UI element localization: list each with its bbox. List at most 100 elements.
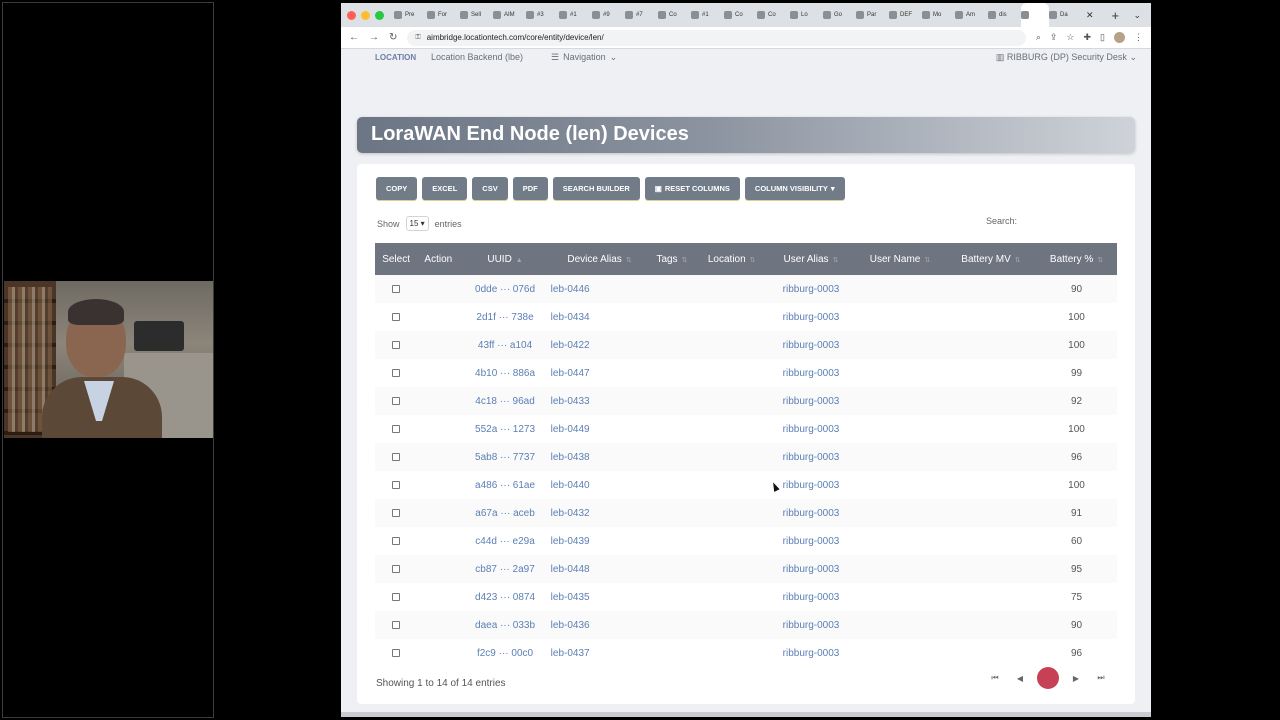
browser-tab[interactable]: For: [427, 3, 460, 27]
minimize-window-button[interactable]: [361, 10, 370, 20]
select-checkbox[interactable]: [375, 387, 417, 415]
app-name[interactable]: Location Backend (lbe): [431, 52, 551, 62]
checkbox[interactable]: [392, 536, 401, 545]
device-alias-link[interactable]: leb-0438: [551, 443, 649, 471]
uuid-link[interactable]: 552a ··· 1273: [459, 415, 550, 443]
previous-page-icon[interactable]: ◀: [1012, 670, 1028, 686]
column-visibility-button[interactable]: COLUMN VISIBILITY ▾: [744, 177, 845, 200]
browser-tab[interactable]: #3: [526, 3, 559, 27]
browser-tab[interactable]: DEF: [889, 3, 922, 27]
device-alias-link[interactable]: leb-0422: [551, 331, 649, 359]
table-row[interactable]: 2d1f ··· 738e leb-0434 ribburg-0003 100: [375, 303, 1117, 331]
browser-tab[interactable]: Pre: [394, 3, 427, 27]
table-row[interactable]: 43ff ··· a104 leb-0422 ribburg-0003 100: [375, 331, 1117, 359]
column-header[interactable]: Action: [417, 243, 459, 275]
extensions-icon[interactable]: ✚: [1084, 32, 1092, 43]
uuid-link[interactable]: a486 ··· 61ae: [459, 471, 550, 499]
uuid-link[interactable]: f2c9 ··· 00c0: [459, 639, 550, 667]
browser-tab[interactable]: Lo: [790, 3, 823, 27]
column-header[interactable]: Device Alias ⇅: [551, 243, 649, 275]
column-header[interactable]: User Alias ⇅: [768, 243, 854, 275]
browser-tab[interactable]: Go: [823, 3, 856, 27]
close-tab-icon[interactable]: ✕: [1086, 10, 1094, 21]
close-window-button[interactable]: [347, 10, 356, 20]
checkbox[interactable]: [392, 396, 401, 405]
table-row[interactable]: 4c18 ··· 96ad leb-0433 ribburg-0003 92: [375, 387, 1117, 415]
facility-menu[interactable]: ▥ RIBBURG (DP) Security Desk ⌄: [996, 52, 1137, 63]
device-alias-link[interactable]: leb-0447: [551, 359, 649, 387]
next-page-icon[interactable]: ▶: [1068, 670, 1084, 686]
bookmark-star-icon[interactable]: ☆: [1066, 32, 1074, 43]
zoom-icon[interactable]: ⌕: [1036, 32, 1041, 43]
maximize-window-button[interactable]: [375, 10, 384, 20]
checkbox[interactable]: [392, 368, 401, 377]
select-checkbox[interactable]: [375, 555, 417, 583]
device-alias-link[interactable]: leb-0434: [551, 303, 649, 331]
checkbox[interactable]: [392, 452, 401, 461]
uuid-link[interactable]: 5ab8 ··· 7737: [459, 443, 550, 471]
user-alias-link[interactable]: ribburg-0003: [768, 471, 854, 499]
user-alias-link[interactable]: ribburg-0003: [768, 275, 854, 303]
browser-tab[interactable]: Co: [658, 3, 691, 27]
uuid-link[interactable]: daea ··· 033b: [459, 611, 550, 639]
table-row[interactable]: d423 ··· 0874 leb-0435 ribburg-0003 75: [375, 583, 1117, 611]
page-length-select[interactable]: 15 ▾: [405, 216, 429, 231]
tab-search-icon[interactable]: ⌄: [1133, 10, 1141, 21]
table-row[interactable]: 5ab8 ··· 7737 leb-0438 ribburg-0003 96: [375, 443, 1117, 471]
select-checkbox[interactable]: [375, 611, 417, 639]
uuid-link[interactable]: c44d ··· e29a: [459, 527, 550, 555]
user-alias-link[interactable]: ribburg-0003: [768, 415, 854, 443]
browser-tab[interactable]: AIM: [493, 3, 526, 27]
select-checkbox[interactable]: [375, 527, 417, 555]
horizontal-scrollbar[interactable]: [341, 712, 1151, 717]
user-alias-link[interactable]: ribburg-0003: [768, 583, 854, 611]
browser-tab[interactable]: Am: [955, 3, 988, 27]
user-alias-link[interactable]: ribburg-0003: [768, 359, 854, 387]
device-alias-link[interactable]: leb-0437: [551, 639, 649, 667]
uuid-link[interactable]: a67a ··· aceb: [459, 499, 550, 527]
user-alias-link[interactable]: ribburg-0003: [768, 555, 854, 583]
table-row[interactable]: 552a ··· 1273 leb-0449 ribburg-0003 100: [375, 415, 1117, 443]
column-header[interactable]: Tags ⇅: [648, 243, 695, 275]
checkbox[interactable]: [392, 480, 401, 489]
column-header[interactable]: Battery % ⇅: [1036, 243, 1117, 275]
sidepanel-icon[interactable]: ▯: [1100, 32, 1105, 43]
select-checkbox[interactable]: [375, 303, 417, 331]
uuid-link[interactable]: d423 ··· 0874: [459, 583, 550, 611]
column-header[interactable]: User Name ⇅: [854, 243, 946, 275]
select-checkbox[interactable]: [375, 359, 417, 387]
select-checkbox[interactable]: [375, 583, 417, 611]
checkbox[interactable]: [392, 340, 401, 349]
device-alias-link[interactable]: leb-0448: [551, 555, 649, 583]
browser-tab[interactable]: #7: [625, 3, 658, 27]
pdf-button[interactable]: PDF: [512, 177, 548, 200]
device-alias-link[interactable]: leb-0432: [551, 499, 649, 527]
reset-columns-button[interactable]: ▣ RESET COLUMNS: [644, 177, 740, 200]
device-alias-link[interactable]: leb-0446: [551, 275, 649, 303]
search-control[interactable]: Search:: [986, 216, 1017, 226]
checkbox[interactable]: [392, 564, 401, 573]
user-alias-link[interactable]: ribburg-0003: [768, 387, 854, 415]
device-alias-link[interactable]: leb-0433: [551, 387, 649, 415]
user-alias-link[interactable]: ribburg-0003: [768, 443, 854, 471]
forward-icon[interactable]: →: [369, 32, 379, 43]
checkbox[interactable]: [392, 620, 401, 629]
browser-tab[interactable]: Co: [757, 3, 790, 27]
user-alias-link[interactable]: ribburg-0003: [768, 527, 854, 555]
browser-tab[interactable]: #1: [691, 3, 724, 27]
user-alias-link[interactable]: ribburg-0003: [768, 611, 854, 639]
column-header[interactable]: Location ⇅: [695, 243, 767, 275]
column-header[interactable]: UUID ▲: [459, 243, 550, 275]
column-header[interactable]: Battery MV ⇅: [946, 243, 1036, 275]
browser-tab[interactable]: Mo: [922, 3, 955, 27]
browser-tab[interactable]: dis: [988, 3, 1021, 27]
csv-button[interactable]: CSV: [472, 177, 508, 200]
back-icon[interactable]: ←: [349, 32, 359, 43]
location-logo[interactable]: LOCATION: [375, 53, 431, 62]
select-checkbox[interactable]: [375, 443, 417, 471]
device-alias-link[interactable]: leb-0436: [551, 611, 649, 639]
uuid-link[interactable]: 4c18 ··· 96ad: [459, 387, 550, 415]
browser-tab[interactable]: Par: [856, 3, 889, 27]
share-icon[interactable]: ⇪: [1050, 32, 1058, 43]
search-builder-button[interactable]: SEARCH BUILDER: [552, 177, 640, 200]
